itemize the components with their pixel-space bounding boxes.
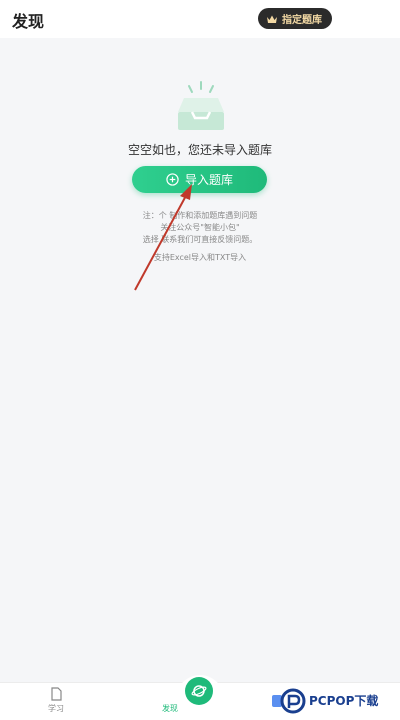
help-note: 注：个 制作和添加题库遇到问题 关注公众号"智能小包" 选择 联系我们可直接反馈…: [0, 210, 400, 246]
crown-icon: [267, 15, 277, 23]
supported-formats-text: 支持Excel导入和TXT导入: [153, 253, 247, 262]
page-title: 发现: [12, 12, 45, 31]
watermark-text: PCPOP下载: [309, 693, 379, 708]
planet-icon: [191, 685, 207, 697]
help-note-line: 注：个 制作和添加题库遇到问题: [142, 211, 258, 220]
tab-study[interactable]: 学习: [26, 687, 86, 714]
tab-discover-label: 发现: [162, 704, 178, 713]
pcpop-logo-icon: [280, 688, 306, 714]
assign-button-label: 指定题库: [282, 15, 322, 26]
tab-discover[interactable]: 发现: [140, 703, 200, 714]
watermark: PCPOP下载: [280, 684, 398, 718]
empty-state-message: 空空如也，您还未导入题库: [127, 143, 272, 157]
annotation-arrow: [134, 184, 192, 291]
inbox-tray-icon: [178, 81, 224, 130]
help-note-line: 选择 联系我们可直接反馈问题。: [142, 235, 258, 244]
tab-study-label: 学习: [48, 704, 64, 713]
document-icon: [51, 687, 62, 701]
help-note-line: 关注公众号"智能小包": [160, 223, 240, 232]
assign-question-bank-button[interactable]: 指定题库: [258, 8, 332, 29]
top-header: 发现 指定题库: [0, 0, 400, 38]
discover-tab-icon-button[interactable]: [185, 677, 213, 705]
